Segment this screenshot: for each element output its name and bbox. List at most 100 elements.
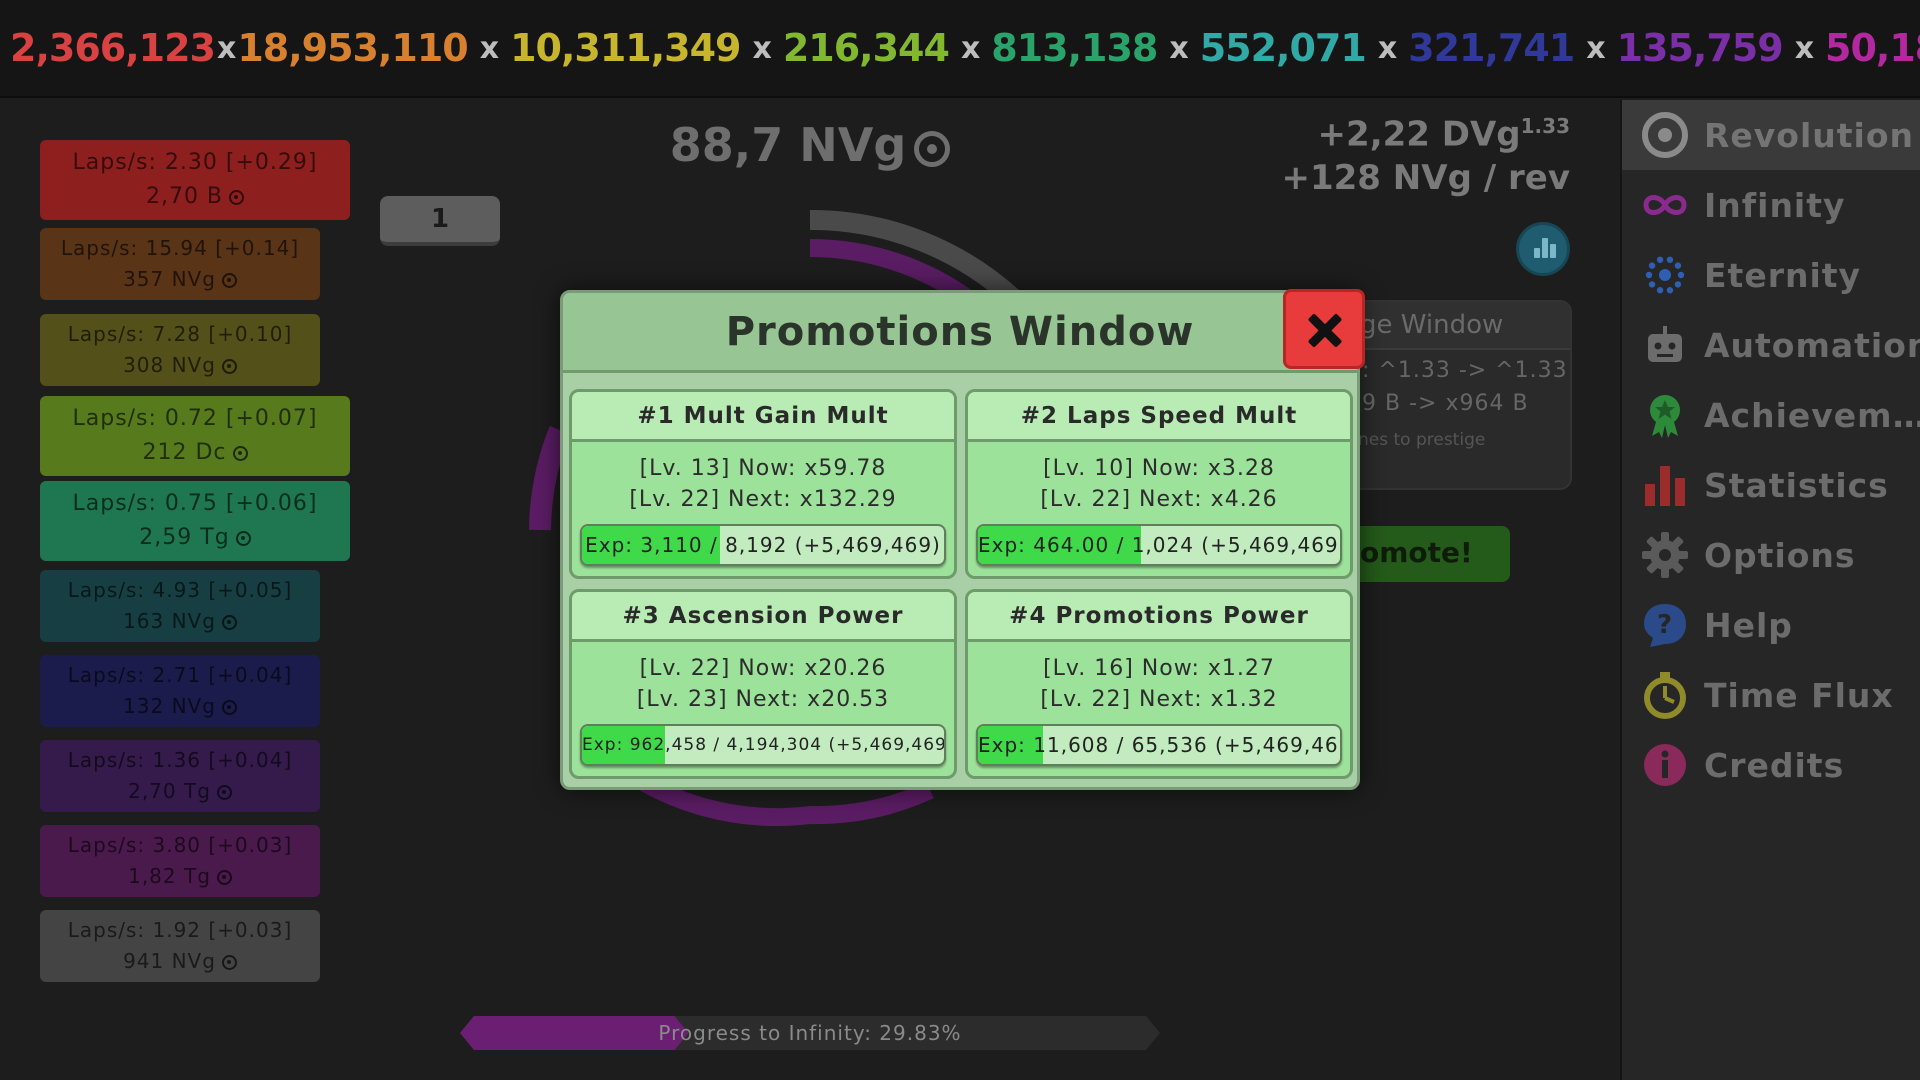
sidebar-item-options[interactable]: Options bbox=[1622, 520, 1920, 590]
prestige-window-title: ge Window bbox=[1342, 302, 1570, 350]
prestige-line-3: nes to prestige bbox=[1358, 430, 1486, 450]
revolution-small-icon bbox=[221, 700, 237, 715]
tick-button[interactable]: 1 bbox=[380, 196, 500, 246]
lap-box[interactable]: Laps/s: 1.36 [+0.04] 2,70 Tg bbox=[40, 740, 320, 812]
revolution-icon bbox=[1640, 110, 1690, 160]
medal-icon bbox=[1640, 390, 1690, 440]
multiplier-value: 2,366,123 bbox=[10, 26, 216, 70]
stats-bar-2 bbox=[1542, 238, 1548, 258]
revolution-small-icon bbox=[221, 615, 237, 630]
promotion-exp-bar: Exp: 3,110 / 8,192 (+5,469,469) bbox=[580, 524, 946, 566]
lap-amount: 357 NVg bbox=[123, 267, 216, 291]
stats-bar-3 bbox=[1550, 244, 1556, 258]
lap-amount-line: 941 NVg bbox=[40, 946, 320, 977]
promotion-exp-text: Exp: 962,458 / 4,194,304 (+5,469,469) bbox=[582, 735, 946, 755]
multiplier-value: 18,953,110 bbox=[237, 26, 468, 70]
sidebar-item-achievem[interactable]: Achievem… bbox=[1622, 380, 1920, 450]
promotion-next: [Lv. 22] Next: x4.26 bbox=[1040, 487, 1278, 512]
revolution-small-icon bbox=[221, 273, 237, 288]
promotion-title: #2 Laps Speed Mult bbox=[968, 392, 1350, 442]
promotion-title: #1 Mult Gain Mult bbox=[572, 392, 954, 442]
multiplier-separator: x bbox=[752, 30, 772, 66]
promote-button[interactable]: omote! bbox=[1340, 526, 1510, 582]
lap-amount-line: 308 NVg bbox=[40, 350, 320, 381]
lap-rate: Laps/s: 3.80 [+0.03] bbox=[67, 833, 293, 857]
lap-amount-line: 2,70 Tg bbox=[40, 776, 320, 807]
lap-amount-line: 132 NVg bbox=[40, 691, 320, 722]
promotion-now: [Lv. 13] Now: x59.78 bbox=[639, 456, 887, 481]
multiplier-bar: 2,366,123 x 18,953,110 x 10,311,349 x 216,344 x… bbox=[0, 0, 1920, 98]
lap-box[interactable]: Laps/s: 15.94 [+0.14] 357 NVg bbox=[40, 228, 320, 300]
promotion-exp-text: Exp: 11,608 / 65,536 (+5,469,469) bbox=[978, 733, 1342, 757]
modal-header: Promotions Window bbox=[563, 293, 1357, 373]
prestige-line-2: 9 B -> x964 B bbox=[1362, 391, 1529, 416]
multiplier-separator: x bbox=[1586, 30, 1605, 66]
lap-amount: 212 Dc bbox=[142, 440, 227, 465]
promotion-exp-text: Exp: 464.00 / 1,024 (+5,469,469) bbox=[978, 533, 1342, 557]
sidebar-item-statistics[interactable]: Statistics bbox=[1622, 450, 1920, 520]
lap-amount: 308 NVg bbox=[123, 353, 216, 377]
promotion-card-2[interactable]: #2 Laps Speed Mult [Lv. 10] Now: x3.28 [… bbox=[965, 389, 1353, 579]
promotion-next: [Lv. 22] Next: x132.29 bbox=[629, 487, 897, 512]
lap-box[interactable]: Laps/s: 4.93 [+0.05] 163 NVg bbox=[40, 570, 320, 642]
lap-box[interactable]: Laps/s: 3.80 [+0.03] 1,82 Tg bbox=[40, 825, 320, 897]
promotion-card-3[interactable]: #3 Ascension Power [Lv. 22] Now: x20.26 … bbox=[569, 589, 957, 779]
prestige-line-1: : ^1.33 -> ^1.33 bbox=[1362, 358, 1568, 383]
sidebar-item-label: Statistics bbox=[1704, 465, 1889, 505]
multiplier-separator: x bbox=[1377, 30, 1397, 66]
gear-icon bbox=[1640, 530, 1690, 580]
sidebar-item-eternity[interactable]: Eternity bbox=[1622, 240, 1920, 310]
dvg-gain: +2,22 DVg1.33 bbox=[1282, 104, 1570, 156]
lap-amount-line: 212 Dc bbox=[40, 436, 350, 470]
sidebar-item-label: Achievem… bbox=[1704, 395, 1920, 435]
multiplier-value: 216,344 bbox=[782, 26, 950, 70]
sidebar-item-help[interactable]: ? Help bbox=[1622, 590, 1920, 660]
infinity-progress-bar: Progress to Infinity: 29.83% bbox=[460, 1016, 1160, 1050]
lap-rate: Laps/s: 15.94 [+0.14] bbox=[60, 236, 300, 260]
promotions-modal: Promotions Window #1 Mult Gain Mult [Lv.… bbox=[560, 289, 1365, 790]
sidebar-item-label: Infinity bbox=[1704, 185, 1846, 225]
lap-box[interactable]: Laps/s: 2.30 [+0.29] 2,70 B bbox=[40, 140, 350, 220]
promotion-exp-bar: Exp: 11,608 / 65,536 (+5,469,469) bbox=[976, 724, 1342, 766]
lap-box[interactable]: Laps/s: 1.92 [+0.03] 941 NVg bbox=[40, 910, 320, 982]
lap-rate: Laps/s: 4.93 [+0.05] bbox=[67, 578, 293, 602]
prestige-window: ge Window : ^1.33 -> ^1.33 9 B -> x964 B… bbox=[1340, 300, 1572, 490]
promotion-now: [Lv. 16] Now: x1.27 bbox=[1043, 656, 1275, 681]
sidebar-item-revolution[interactable]: Revolution bbox=[1622, 100, 1920, 170]
lap-rate: Laps/s: 1.36 [+0.04] bbox=[67, 748, 293, 772]
sidebar-item-label: Eternity bbox=[1704, 255, 1862, 295]
lap-amount: 132 NVg bbox=[123, 694, 216, 718]
sidebar-item-credits[interactable]: Credits bbox=[1622, 730, 1920, 800]
promotion-title: #4 Promotions Power bbox=[968, 592, 1350, 642]
stats-button[interactable] bbox=[1516, 222, 1570, 276]
lap-box[interactable]: Laps/s: 2.71 [+0.04] 132 NVg bbox=[40, 655, 320, 727]
multiplier-separator: x bbox=[1169, 30, 1188, 66]
lap-box[interactable]: Laps/s: 7.28 [+0.10] 308 NVg bbox=[40, 314, 320, 386]
game-root: 2,366,123 x 18,953,110 x 10,311,349 x 216,344 x… bbox=[0, 0, 1920, 1080]
multiplier-separator: x bbox=[1794, 30, 1814, 66]
lap-box[interactable]: Laps/s: 0.72 [+0.07] 212 Dc bbox=[40, 396, 350, 476]
lap-amount-line: 2,59 Tg bbox=[40, 521, 350, 555]
revolution-small-icon bbox=[914, 130, 951, 167]
promotion-card-4[interactable]: #4 Promotions Power [Lv. 16] Now: x1.27 … bbox=[965, 589, 1353, 779]
promotion-next: [Lv. 23] Next: x20.53 bbox=[636, 687, 890, 712]
multiplier-value: 813,138 bbox=[991, 26, 1158, 70]
stopwatch-icon bbox=[1640, 670, 1690, 720]
promotion-now: [Lv. 10] Now: x3.28 bbox=[1043, 456, 1275, 481]
sidebar-item-infinity[interactable]: Infinity bbox=[1622, 170, 1920, 240]
promotion-card-1[interactable]: #1 Mult Gain Mult [Lv. 13] Now: x59.78 [… bbox=[569, 389, 957, 579]
close-button[interactable] bbox=[1283, 289, 1365, 369]
lap-amount: 2,70 Tg bbox=[128, 779, 211, 803]
promotion-exp-bar: Exp: 464.00 / 1,024 (+5,469,469) bbox=[976, 524, 1342, 566]
revolution-small-icon bbox=[221, 359, 237, 374]
lap-rate: Laps/s: 2.30 [+0.29] bbox=[72, 150, 318, 175]
revolution-gain: +2,22 DVg1.33 +128 NVg / rev bbox=[1282, 104, 1571, 200]
sidebar-item-time-flux[interactable]: Time Flux bbox=[1622, 660, 1920, 730]
lap-amount: 2,70 B bbox=[145, 184, 224, 209]
sidebar-item-label: Credits bbox=[1704, 745, 1845, 785]
sidebar-item-automations[interactable]: Automations bbox=[1622, 310, 1920, 380]
lap-box[interactable]: Laps/s: 0.75 [+0.06] 2,59 Tg bbox=[40, 481, 350, 561]
svg-text:?: ? bbox=[1657, 610, 1673, 640]
lap-amount-line: 163 NVg bbox=[40, 606, 320, 637]
robot-icon bbox=[1640, 320, 1690, 370]
